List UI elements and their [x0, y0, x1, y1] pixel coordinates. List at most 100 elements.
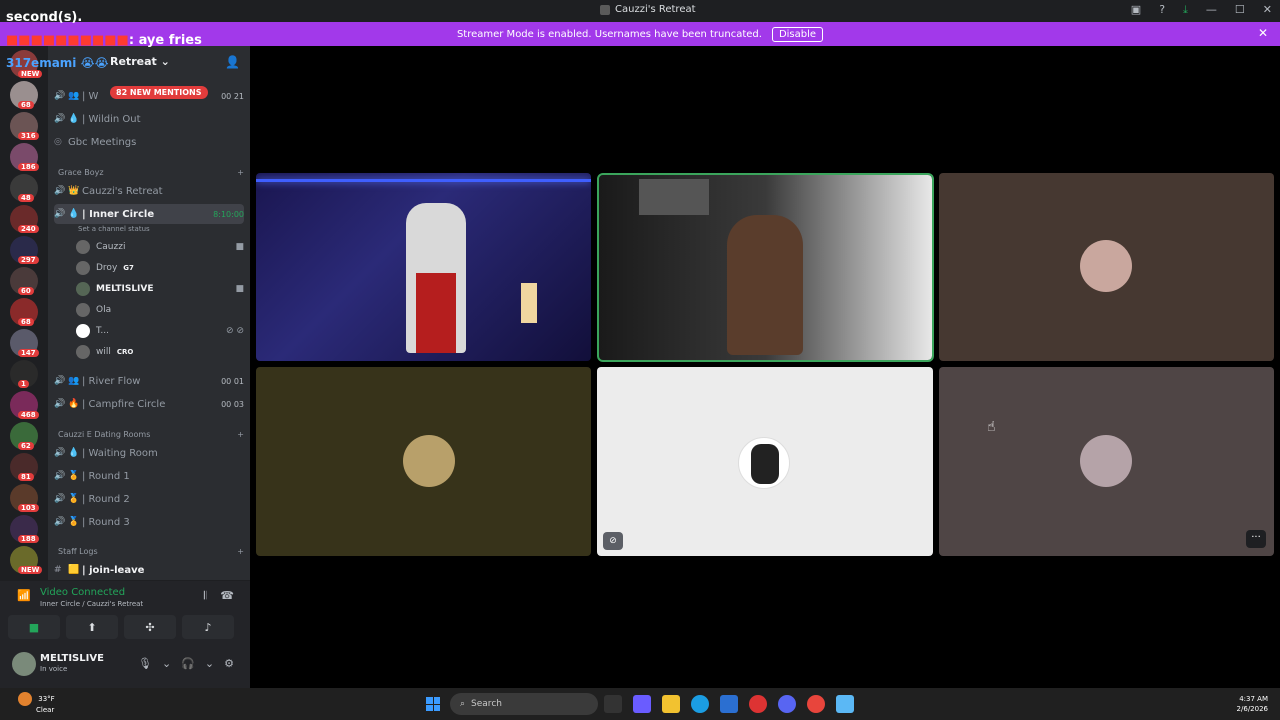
voice-channel-campfire-circle[interactable]: 🔊 🔥 | Campfire Circle 00 03: [54, 394, 244, 414]
voice-channel-cauzzis-retreat[interactable]: 🔊 👑 Cauzzi's Retreat: [54, 181, 244, 201]
category-grace-boyz[interactable]: Grace Boyz +: [58, 168, 244, 177]
task-view-icon[interactable]: [604, 695, 622, 713]
gear-icon[interactable]: ⚙: [224, 657, 234, 670]
video-tile-3[interactable]: [939, 173, 1274, 361]
avatar: [76, 261, 90, 275]
maximize-icon[interactable]: ☐: [1235, 3, 1245, 17]
microphone-icon[interactable]: 🎙: [138, 657, 152, 670]
voice-location[interactable]: Inner Circle / Cauzzi's Retreat: [40, 600, 143, 608]
channel-emoji-icon: 👥: [68, 91, 80, 101]
new-mentions-badge[interactable]: 82 NEW MENTIONS: [110, 86, 208, 99]
voice-member[interactable]: Cauzzi ■: [76, 238, 244, 256]
member-tag: G7: [123, 264, 134, 272]
voice-member[interactable]: will CRO: [76, 343, 244, 361]
video-tile-6[interactable]: ···: [939, 367, 1274, 556]
chevron-down-icon[interactable]: ⌄: [162, 657, 171, 670]
file-explorer-icon[interactable]: [662, 695, 680, 713]
windows-start-icon[interactable]: [426, 697, 440, 711]
add-member-icon[interactable]: 👤: [225, 55, 240, 69]
voice-channel-round-3[interactable]: 🔊 🏅 | Round 3: [54, 512, 244, 532]
stage-channel-gbc[interactable]: ◎ Gbc Meetings: [54, 132, 244, 152]
voice-channel-waiting-room[interactable]: 🔊 💧 | Waiting Room: [54, 443, 244, 463]
channel-status-prompt[interactable]: Set a channel status: [78, 225, 150, 233]
voice-member[interactable]: T... ⊘ ⊘: [76, 322, 244, 340]
voice-channel-round-2[interactable]: 🔊 🏅 | Round 2: [54, 489, 244, 509]
video-tile-2-speaking[interactable]: [597, 173, 934, 362]
user-name[interactable]: MELTISLIVE: [40, 653, 104, 664]
voice-channel-river-flow[interactable]: 🔊 👥 | River Flow 00 01: [54, 371, 244, 391]
server-mention-badge: 240: [18, 225, 39, 233]
more-options-icon[interactable]: ···: [1246, 530, 1266, 548]
medal-icon: 🏅: [68, 517, 80, 527]
minimize-icon[interactable]: —: [1206, 3, 1217, 17]
video-tile-4[interactable]: [256, 367, 591, 556]
voice-member[interactable]: MELTISLIVE ■: [76, 280, 244, 298]
add-channel-icon[interactable]: +: [237, 430, 244, 439]
medal-icon: 🏅: [68, 494, 80, 504]
speaker-icon: 🔊: [54, 376, 66, 386]
disable-button[interactable]: Disable: [771, 26, 824, 42]
text-channel-join-leave[interactable]: # 🟨 | join-leave: [54, 560, 244, 580]
category-dating-rooms[interactable]: Cauzzi E Dating Rooms +: [58, 430, 244, 439]
server-mention-badge: 68: [18, 318, 34, 326]
clock-time: 4:37 AM: [1239, 695, 1268, 703]
taskbar-search[interactable]: ⌕ Search: [450, 693, 598, 715]
activities-button[interactable]: ✣: [124, 615, 176, 639]
camera-button[interactable]: ■: [8, 615, 60, 639]
disconnect-icon[interactable]: ☎: [220, 589, 234, 603]
banner-close-icon[interactable]: ✕: [1258, 26, 1268, 40]
avatar: [1080, 240, 1132, 292]
voice-channel-inner-circle[interactable]: 🔊 💧 | Inner Circle 8:10:00: [54, 204, 244, 224]
member-name: Droy: [96, 263, 118, 273]
headphones-icon[interactable]: 🎧: [181, 657, 195, 670]
close-window-icon[interactable]: ✕: [1263, 3, 1272, 17]
channel-emoji-icon: 💧: [68, 114, 80, 124]
category-staff-logs[interactable]: Staff Logs +: [58, 547, 244, 556]
channel-name: | Campfire Circle: [82, 398, 166, 410]
channel-emoji-icon: 👥: [68, 376, 80, 386]
voice-member[interactable]: Droy G7: [76, 259, 244, 277]
user-status: In voice: [40, 665, 68, 673]
app-icon[interactable]: [836, 695, 854, 713]
voice-channel-round-1[interactable]: 🔊 🏅 | Round 1: [54, 466, 244, 486]
voice-channel-wildin-out[interactable]: 🔊 💧 | Wildin Out: [54, 109, 244, 129]
inbox-icon[interactable]: ▣: [1131, 3, 1141, 17]
weather-widget[interactable]: 33°F Clear: [18, 692, 55, 714]
add-channel-icon[interactable]: +: [237, 547, 244, 556]
video-tile-1[interactable]: [256, 173, 591, 361]
overlay-username: ■■■■■■■■■■: [6, 33, 129, 48]
store-icon[interactable]: [720, 695, 738, 713]
voice-status[interactable]: Video Connected: [40, 587, 125, 598]
camera-icon: ■: [235, 284, 244, 294]
help-icon[interactable]: ?: [1159, 3, 1165, 17]
chevron-down-icon[interactable]: ⌄: [205, 657, 214, 670]
signal-icon[interactable]: 📶: [17, 589, 31, 602]
add-channel-icon[interactable]: +: [237, 168, 244, 177]
speaker-icon: 🔊: [54, 209, 66, 219]
avatar[interactable]: [12, 652, 36, 676]
obs-icon[interactable]: [749, 695, 767, 713]
mouse-cursor-icon: ☝: [987, 419, 996, 435]
voice-buttons: ■ ⬆ ✣ ♪: [8, 615, 234, 639]
channel-name: | River Flow: [82, 375, 141, 387]
chrome-icon[interactable]: [807, 695, 825, 713]
download-icon[interactable]: ⤓: [1183, 3, 1188, 17]
soundboard-button[interactable]: ♪: [182, 615, 234, 639]
avatar: [403, 435, 455, 487]
server-mention-badge: 147: [18, 349, 39, 357]
copilot-icon[interactable]: [633, 695, 651, 713]
channel-count: 00 03: [221, 399, 244, 409]
fire-icon: 🔥: [68, 399, 80, 409]
screen-share-button[interactable]: ⬆: [66, 615, 118, 639]
window-titlebar: Cauzzi's Retreat ▣ ? ⤓ — ☐ ✕: [0, 0, 1280, 22]
search-placeholder: Search: [471, 699, 502, 709]
edge-icon[interactable]: [691, 695, 709, 713]
system-clock[interactable]: 4:37 AM 2/6/2026: [1237, 694, 1268, 714]
channel-emoji-icon: 🟨: [68, 565, 80, 575]
noise-suppression-icon[interactable]: 𝄃: [204, 589, 206, 603]
voice-member[interactable]: Ola: [76, 301, 244, 319]
video-tile-5[interactable]: ⊘: [597, 367, 933, 556]
voice-connection-panel: 📶 Video Connected Inner Circle / Cauzzi'…: [0, 580, 250, 644]
avatar-figure: [751, 444, 779, 484]
discord-icon[interactable]: [778, 695, 796, 713]
